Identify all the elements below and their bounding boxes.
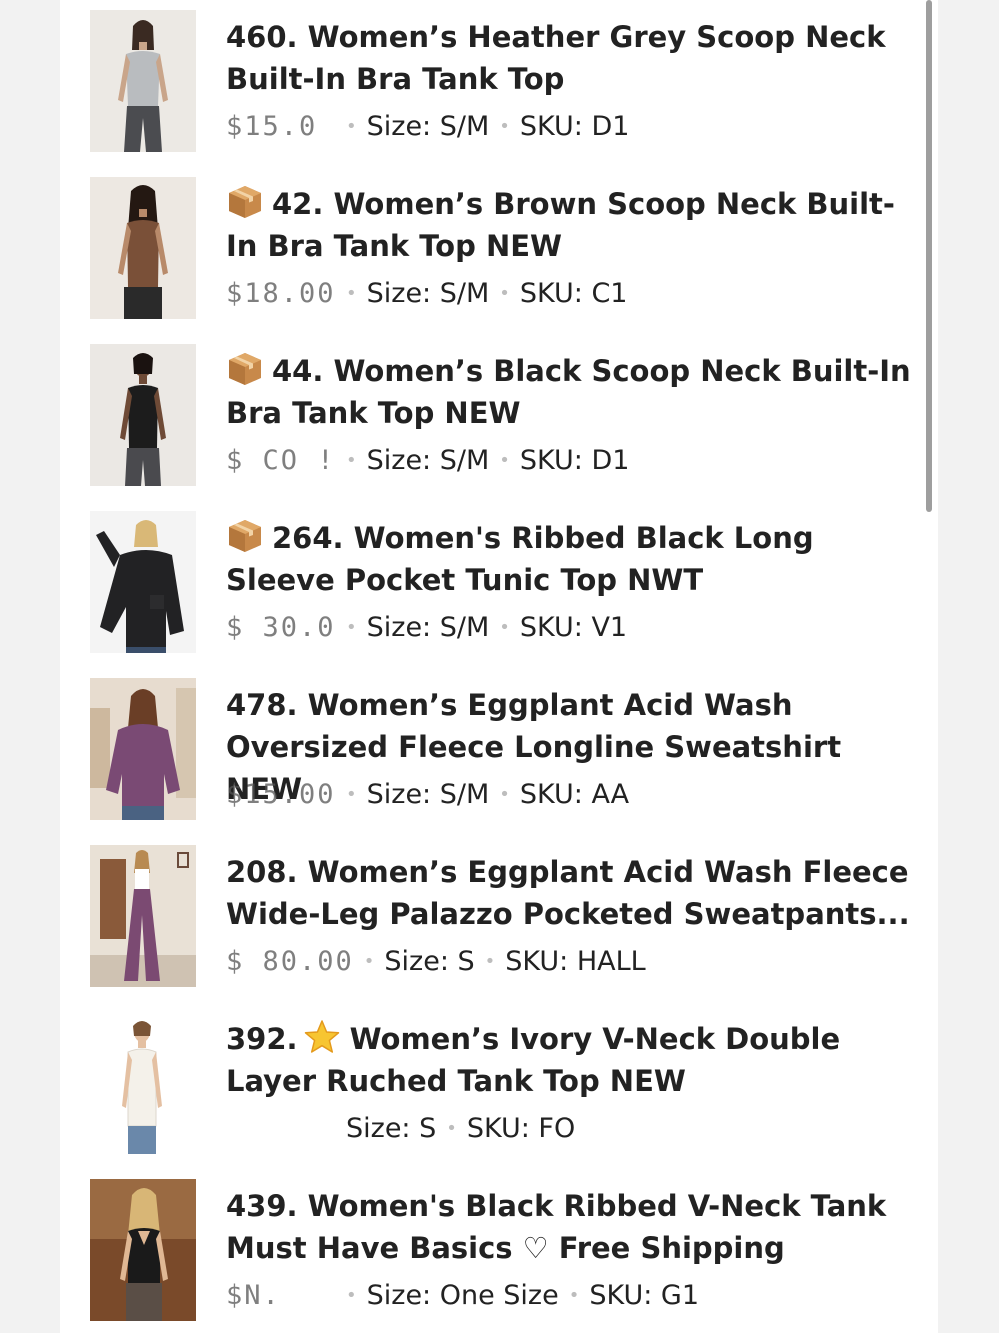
listing-item[interactable]: 208. Women’s Eggplant Acid Wash Fleece W… [60,835,938,995]
listing-title[interactable]: 264. Women's Ribbed Black Long Sleeve Po… [226,517,926,601]
listing-title[interactable]: 42. Women’s Brown Scoop Neck Built-In Br… [226,183,926,267]
listing-meta: $15.0 • Size: S/M • SKU: D1 [226,107,629,147]
product-thumbnail[interactable] [90,177,196,319]
listing-price: $ 30.0 [226,612,336,643]
listing-sku: SKU: AA [519,779,630,810]
listing-title[interactable]: 392. Women’s Ivory V-Neck Double Layer R… [226,1018,926,1102]
listing-meta: $18.00 • Size: S/M • SKU: C1 [226,274,627,314]
listing-meta: $ CO ! • Size: S/M • SKU: D1 [226,441,629,481]
star-icon [302,1019,342,1055]
listing-item[interactable]: 392. Women’s Ivory V-Neck Double Layer R… [60,1002,938,1162]
listing-size: Size: S/M [366,111,490,142]
separator-dot: • [499,617,510,638]
separator-dot: • [346,1285,357,1306]
listing-size: Size: S/M [366,612,490,643]
listing-title[interactable]: 44. Women’s Black Scoop Neck Built-In Br… [226,350,926,434]
product-thumbnail[interactable] [90,511,196,653]
separator-dot: • [346,450,357,471]
listing-sku: SKU: V1 [519,612,628,643]
separator-dot: • [346,784,357,805]
listing-price: $ CO ! [226,445,336,476]
separator-dot: • [446,1118,457,1139]
separator-dot: • [363,951,375,972]
listing-size: Size: S [346,1113,437,1144]
product-photo-black-v-neck-tank [90,1179,196,1321]
product-photo-brown-tank [90,177,196,319]
listing-meta: Size: S • SKU: FO [226,1109,575,1149]
listing-size: Size: S/M [366,445,490,476]
package-icon [226,518,264,554]
listing-price: $N. [226,1280,281,1311]
listing-sku: SKU: D1 [519,445,630,476]
listing-item[interactable]: 264. Women's Ribbed Black Long Sleeve Po… [60,501,938,661]
product-thumbnail[interactable] [90,344,196,486]
listing-price: $15.0 [226,111,318,142]
scrollbar[interactable] [926,0,932,512]
product-thumbnail[interactable] [90,1179,196,1321]
product-photo-eggplant-sweatpants [90,845,196,987]
listing-sku: SKU: C1 [519,278,628,309]
separator-dot: • [484,951,496,972]
listing-sku: SKU: G1 [589,1280,700,1311]
product-thumbnail[interactable] [90,10,196,152]
product-photo-eggplant-sweatshirt [90,678,196,820]
separator-dot: • [499,450,510,471]
listing-page: 460. Women’s Heather Grey Scoop Neck Bui… [60,0,938,1333]
listing-title[interactable]: 439. Women's Black Ribbed V-Neck Tank Mu… [226,1185,926,1269]
listing-item[interactable]: 460. Women’s Heather Grey Scoop Neck Bui… [60,0,938,160]
product-photo-black-tank [90,344,196,486]
separator-dot: • [346,617,357,638]
listing-sku: SKU: D1 [519,111,630,142]
listing-price: $ 80.00 [226,946,354,977]
listing-size: Size: One Size [366,1280,559,1311]
listing-size: Size: S [384,946,475,977]
product-photo-ivory-tank [90,1012,196,1154]
separator-dot: • [499,283,510,304]
separator-dot: • [346,116,357,137]
product-thumbnail[interactable] [90,678,196,820]
listing-meta: $ 80.00 • Size: S • SKU: HALL [226,942,646,982]
listing-sku: SKU: FO [466,1113,576,1144]
package-icon [226,351,264,387]
product-photo-grey-tank [90,10,196,152]
listing-price: $18.00 [226,278,336,309]
separator-dot: • [499,116,510,137]
listing-title[interactable]: 208. Women’s Eggplant Acid Wash Fleece W… [226,851,926,935]
listing-size: Size: S/M [366,278,490,309]
listing-size: Size: S/M [366,779,490,810]
package-icon [226,184,264,220]
listing-title[interactable]: 460. Women’s Heather Grey Scoop Neck Bui… [226,16,926,100]
listing-item[interactable]: 42. Women’s Brown Scoop Neck Built-In Br… [60,167,938,327]
listing-price: $15.00 [226,779,336,810]
product-thumbnail[interactable] [90,1012,196,1154]
listing-meta: $15.00 • Size: S/M • SKU: AA [226,775,629,815]
listing-meta: $ 30.0 • Size: S/M • SKU: V1 [226,608,627,648]
product-thumbnail[interactable] [90,845,196,987]
product-photo-black-tunic [90,511,196,653]
listing-item[interactable]: 478. Women’s Eggplant Acid Wash Oversize… [60,668,938,828]
listing-meta: $N. • Size: One Size • SKU: G1 [226,1276,699,1316]
listing-item[interactable]: 44. Women’s Black Scoop Neck Built-In Br… [60,334,938,494]
listing-sku: SKU: HALL [505,946,646,977]
listing-item[interactable]: 439. Women's Black Ribbed V-Neck Tank Mu… [60,1169,938,1329]
separator-dot: • [499,784,510,805]
separator-dot: • [568,1285,580,1306]
separator-dot: • [346,283,357,304]
